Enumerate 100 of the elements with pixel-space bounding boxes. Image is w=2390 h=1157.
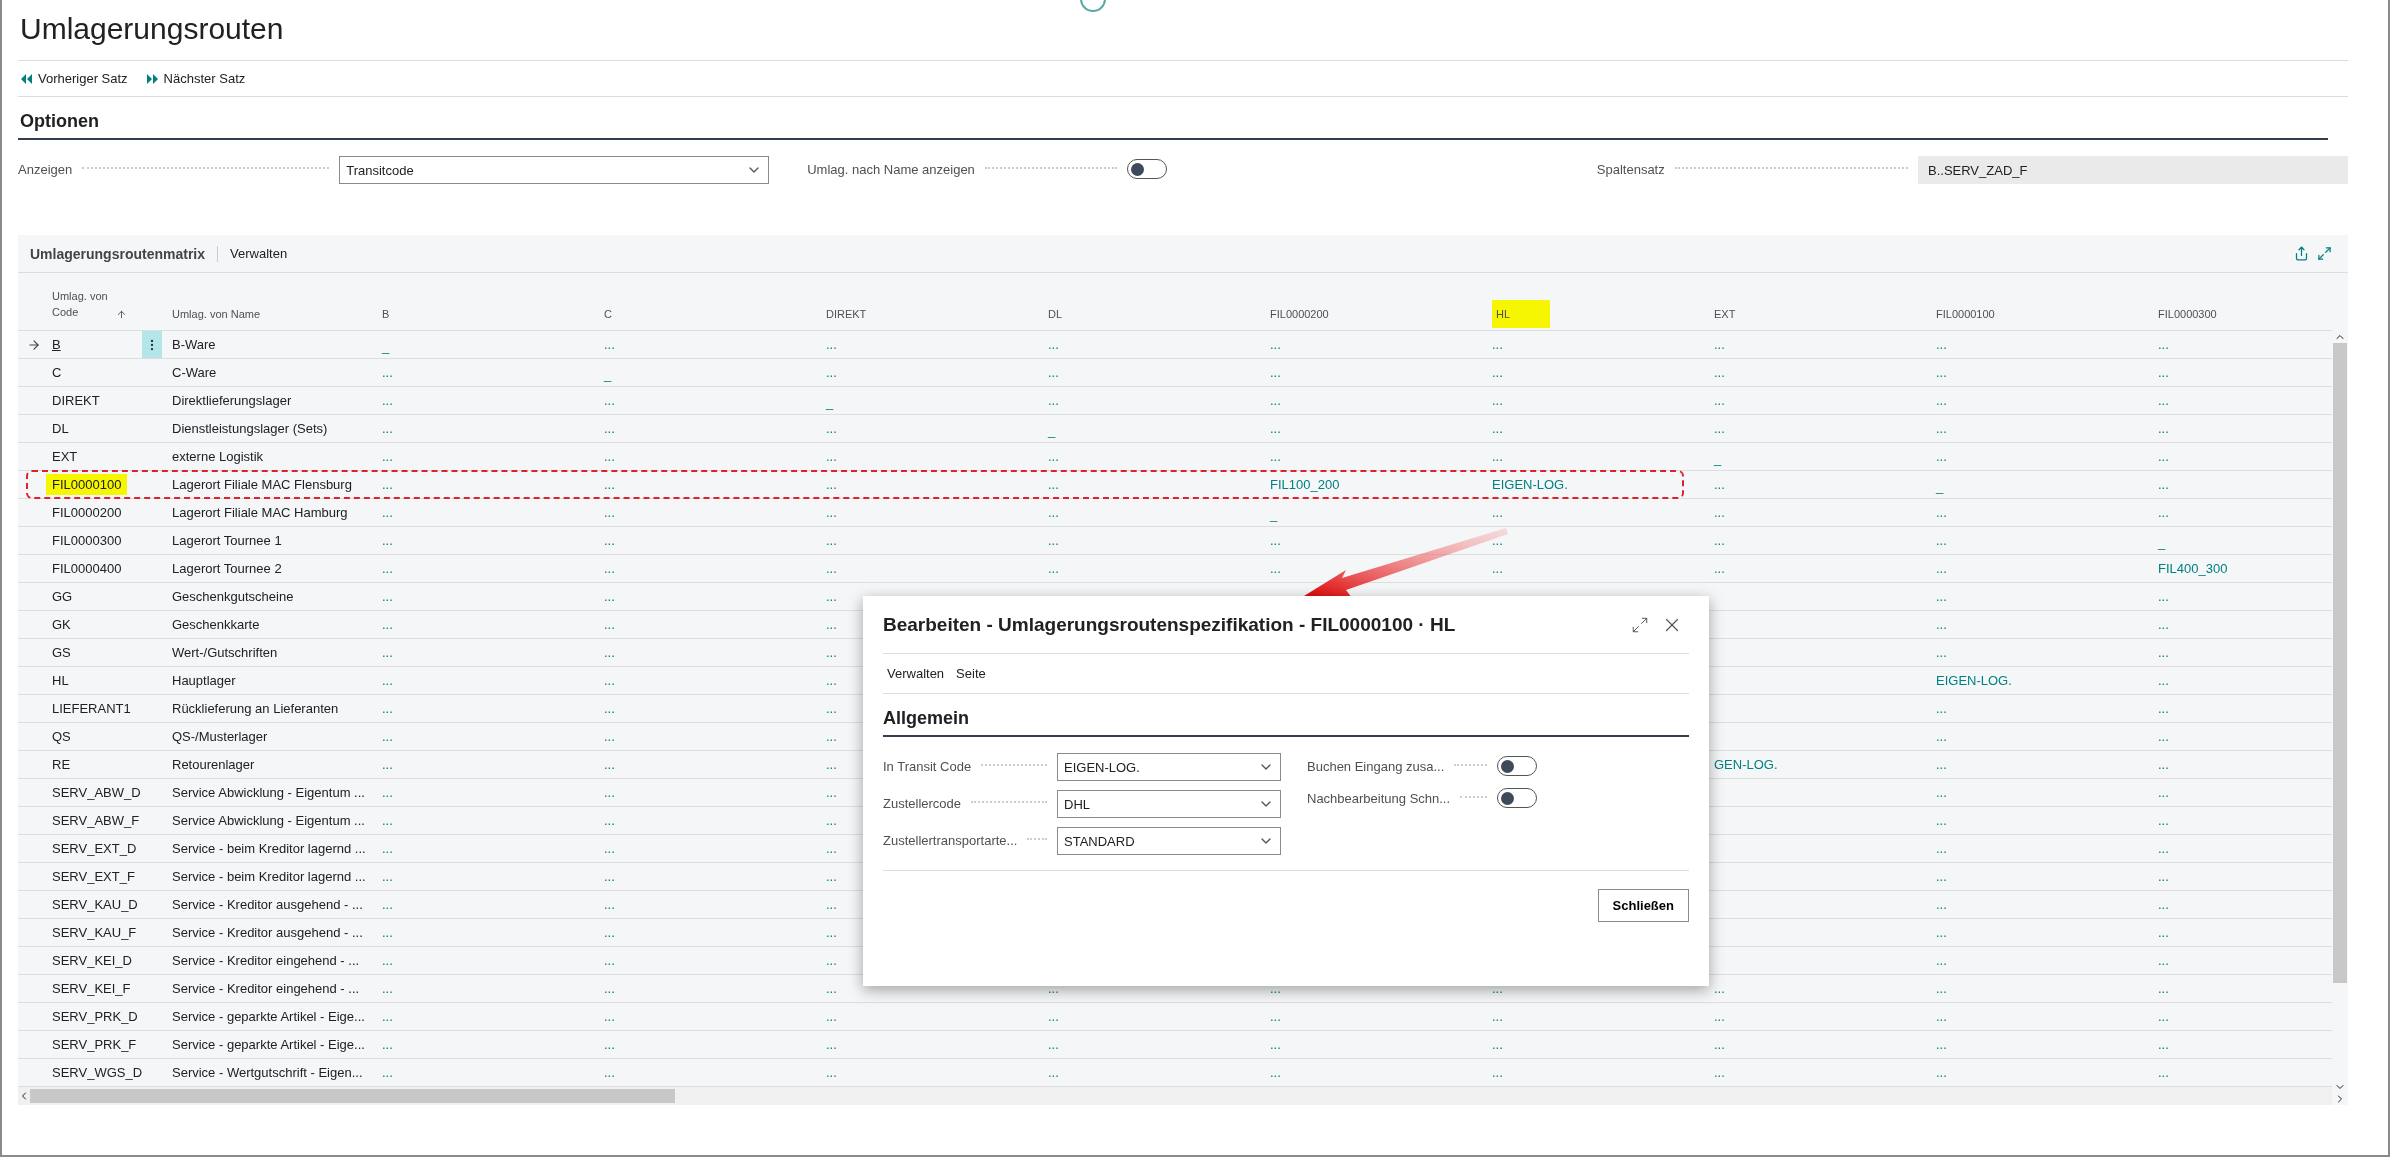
column-header[interactable]: Umlag. von Name — [172, 308, 261, 320]
route-link[interactable]: ... — [380, 701, 393, 716]
route-link[interactable]: ... — [824, 533, 837, 548]
route-link[interactable]: ... — [824, 645, 837, 660]
route-link[interactable]: ... — [1934, 701, 1947, 716]
column-header[interactable]: DL — [1048, 308, 1063, 320]
route-link[interactable]: ... — [824, 925, 837, 940]
code-cell[interactable]: GK — [50, 614, 73, 635]
route-link[interactable]: ... — [380, 561, 393, 576]
route-link[interactable]: ... — [602, 617, 615, 632]
route-link[interactable]: FIL400_300 — [2156, 561, 2228, 576]
route-link[interactable]: ... — [1712, 505, 1725, 520]
route-link[interactable]: ... — [2156, 393, 2169, 408]
route-link[interactable]: ... — [1934, 617, 1947, 632]
route-link[interactable]: ... — [2156, 477, 2169, 492]
route-link[interactable]: ... — [1934, 421, 1947, 436]
route-link[interactable]: ... — [1712, 981, 1725, 996]
route-link[interactable]: _ — [2156, 535, 2166, 554]
route-link[interactable]: ... — [2156, 841, 2169, 856]
route-link[interactable]: EIGEN-LOG. — [1490, 477, 1568, 492]
route-link[interactable]: ... — [1712, 1009, 1725, 1024]
route-link[interactable]: ... — [602, 337, 615, 352]
route-link[interactable]: ... — [380, 533, 393, 548]
route-link[interactable]: ... — [1046, 1009, 1059, 1024]
route-link[interactable]: _ — [1934, 479, 1944, 498]
route-link[interactable]: ... — [2156, 1037, 2169, 1052]
route-link[interactable]: ... — [380, 393, 393, 408]
route-link[interactable]: ... — [1712, 477, 1725, 492]
route-link[interactable]: ... — [602, 701, 615, 716]
menu-tab[interactable]: Verwalten — [218, 246, 300, 261]
route-link[interactable]: ... — [1490, 1009, 1503, 1024]
code-cell[interactable]: FIL0000300 — [50, 530, 124, 551]
route-link[interactable]: ... — [824, 869, 837, 884]
route-link[interactable]: ... — [2156, 645, 2169, 660]
route-link[interactable]: _ — [1712, 451, 1722, 470]
route-link[interactable]: ... — [2156, 589, 2169, 604]
route-link[interactable]: ... — [602, 645, 615, 660]
route-link[interactable]: EIGEN-LOG. — [1934, 673, 2012, 688]
route-link[interactable]: ... — [1712, 561, 1725, 576]
route-link[interactable]: ... — [1712, 421, 1725, 436]
toggle-switch[interactable] — [1497, 788, 1537, 808]
route-link[interactable]: ... — [2156, 785, 2169, 800]
nav-button[interactable]: Vorheriger Satz — [20, 71, 128, 86]
route-link[interactable]: ... — [602, 533, 615, 548]
route-link[interactable]: _ — [824, 395, 834, 414]
route-link[interactable]: ... — [2156, 729, 2169, 744]
route-link[interactable]: ... — [1268, 1009, 1281, 1024]
code-cell[interactable]: FIL0000400 — [50, 558, 124, 579]
route-link[interactable]: ... — [380, 729, 393, 744]
route-link[interactable]: ... — [1490, 449, 1503, 464]
route-link[interactable]: ... — [1490, 365, 1503, 380]
route-link[interactable]: ... — [1268, 533, 1281, 548]
route-link[interactable]: ... — [1934, 785, 1947, 800]
route-link[interactable]: ... — [824, 617, 837, 632]
code-cell[interactable]: SERV_KEI_D — [50, 950, 134, 971]
close-button[interactable]: Schließen — [1597, 889, 1689, 922]
code-cell[interactable]: FIL0000100 — [46, 474, 128, 495]
route-link[interactable]: ... — [1934, 813, 1947, 828]
route-link[interactable]: ... — [1490, 393, 1503, 408]
route-link[interactable]: ... — [1490, 1065, 1503, 1080]
route-link[interactable]: ... — [824, 477, 837, 492]
route-link[interactable]: ... — [824, 337, 837, 352]
route-link[interactable]: ... — [1934, 561, 1947, 576]
select-field[interactable]: Transitcode — [339, 156, 770, 184]
route-link[interactable]: FIL100_200 — [1268, 477, 1340, 492]
route-link[interactable]: ... — [1268, 365, 1281, 380]
route-link[interactable]: ... — [602, 449, 615, 464]
route-link[interactable]: ... — [2156, 813, 2169, 828]
route-link[interactable]: ... — [824, 1065, 837, 1080]
route-link[interactable]: ... — [824, 1037, 837, 1052]
route-link[interactable]: ... — [2156, 421, 2169, 436]
route-link[interactable]: ... — [824, 897, 837, 912]
route-link[interactable]: ... — [1046, 393, 1059, 408]
code-cell[interactable]: SERV_KAU_D — [50, 894, 140, 915]
route-link[interactable]: ... — [2156, 617, 2169, 632]
code-cell[interactable]: DL — [50, 418, 71, 439]
toggle-switch[interactable] — [1497, 756, 1537, 776]
route-link[interactable]: ... — [824, 981, 837, 996]
code-cell[interactable]: SERV_PRK_F — [50, 1034, 139, 1055]
route-link[interactable]: ... — [1712, 533, 1725, 548]
route-link[interactable]: ... — [1268, 561, 1281, 576]
route-link[interactable]: ... — [602, 505, 615, 520]
route-link[interactable]: ... — [1934, 925, 1947, 940]
route-link[interactable]: ... — [1712, 365, 1725, 380]
route-link[interactable]: ... — [2156, 365, 2169, 380]
route-link[interactable]: ... — [1046, 1037, 1059, 1052]
route-link[interactable]: ... — [824, 729, 837, 744]
route-link[interactable]: ... — [1268, 393, 1281, 408]
code-cell[interactable]: RE — [50, 754, 73, 775]
scrollbar-thumb[interactable] — [2333, 343, 2347, 983]
route-link[interactable]: ... — [2156, 337, 2169, 352]
route-link[interactable]: ... — [602, 589, 615, 604]
route-link[interactable]: ... — [380, 869, 393, 884]
route-link[interactable]: ... — [824, 589, 837, 604]
route-link[interactable]: ... — [2156, 925, 2169, 940]
route-link[interactable]: GEN-LOG. — [1712, 757, 1778, 772]
route-link[interactable]: ... — [602, 729, 615, 744]
route-link[interactable]: ... — [1490, 337, 1503, 352]
route-link[interactable]: ... — [1934, 1037, 1947, 1052]
route-link[interactable]: ... — [1046, 1065, 1059, 1080]
